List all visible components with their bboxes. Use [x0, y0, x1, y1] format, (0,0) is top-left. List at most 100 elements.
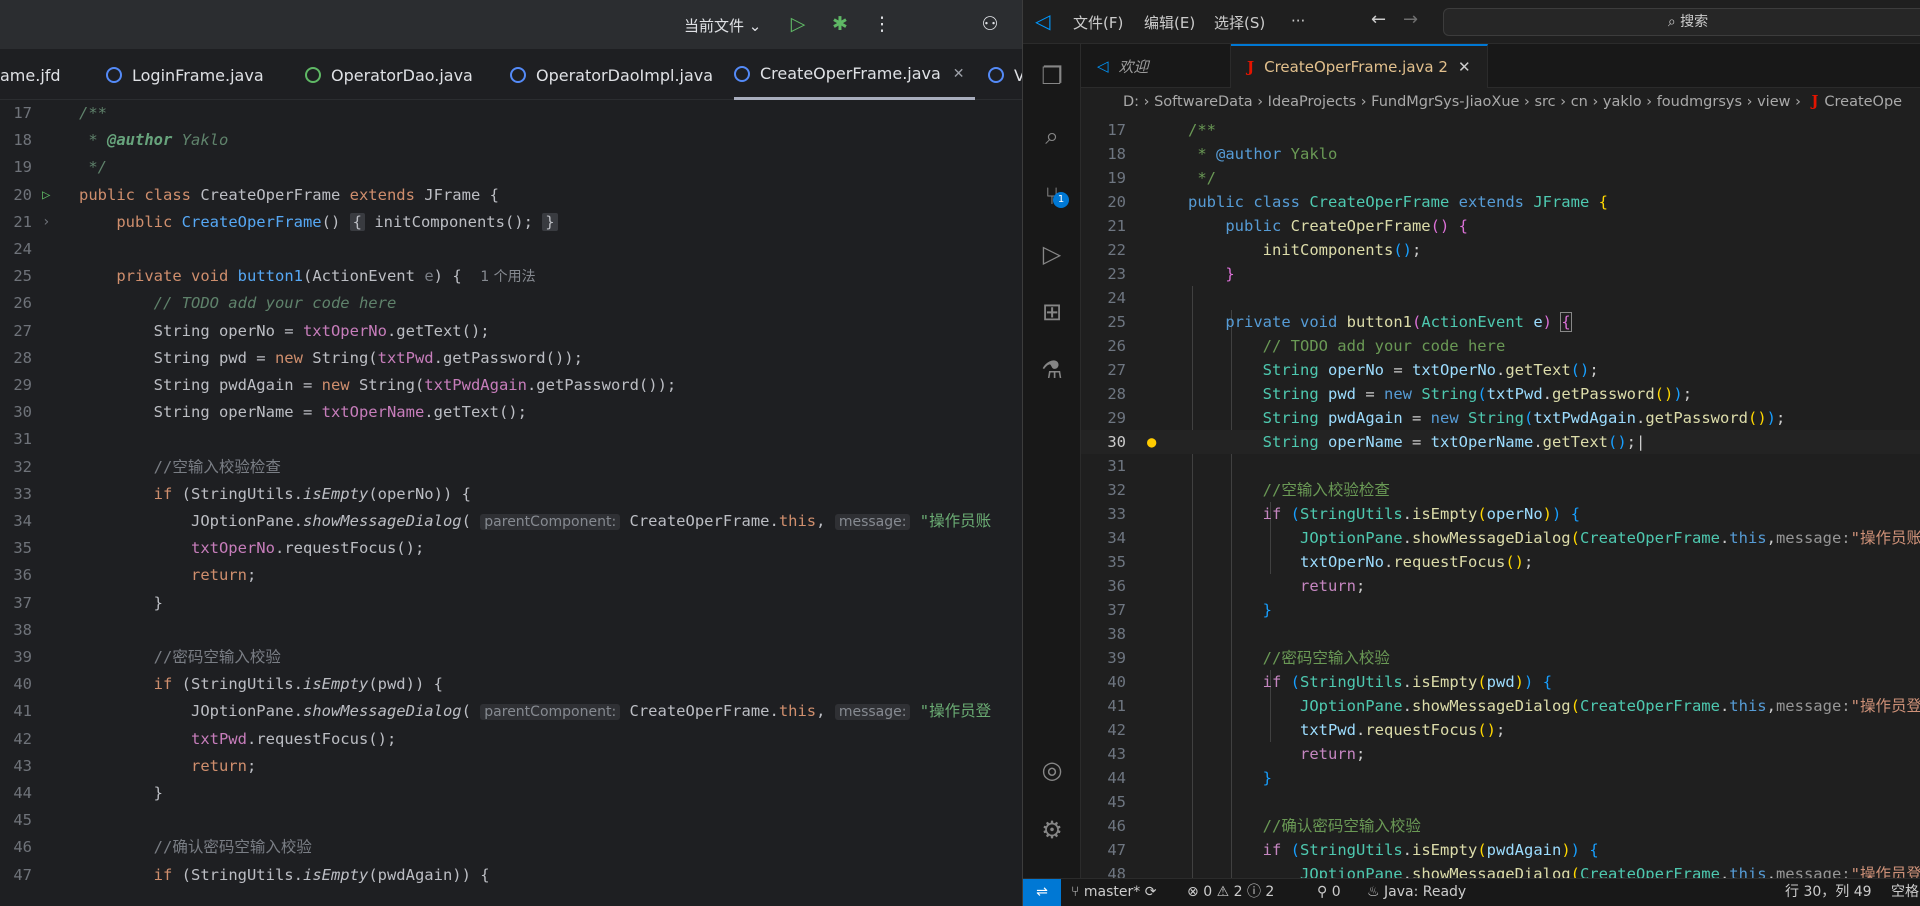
back-arrow-icon[interactable]: ← [1371, 9, 1386, 30]
run-config-selector[interactable]: 当前文件 ⌄ [684, 15, 761, 36]
tab-welcome[interactable]: ◁ 欢迎 [1081, 44, 1231, 88]
status-bar: ⇌ ⑂ master* ⟳ ⊗ 0 ⚠ 2 ⓘ 2 ⚲ 0 ♨ Java: Re… [1023, 878, 1920, 906]
code-line: 29 String pwdAgain = new String(txtPwdAg… [1107, 409, 1786, 427]
menu-more[interactable]: ··· [1291, 12, 1305, 30]
tab-label: ame.jfd [0, 65, 61, 85]
code-line: 36 return; [13, 566, 257, 584]
breadcrumb-item[interactable]: IdeaProjects [1268, 94, 1356, 110]
code-line: 41 JOptionPane.showMessageDialog(CreateO… [1107, 697, 1920, 715]
fold-icon[interactable]: › [42, 209, 50, 236]
code-line: 17/** [13, 104, 107, 122]
indentation-status[interactable]: 空格 [1891, 879, 1919, 906]
idea-code-editor[interactable]: 17/** 18 * @author Yaklo 19 */ 20 ▷ public… [0, 100, 1022, 906]
breadcrumb-item[interactable]: src [1534, 94, 1555, 110]
code-line-current: 30 ● String operName = txtOperName.getTex… [1081, 430, 1920, 454]
class-icon [734, 65, 750, 82]
tab-createoperframe[interactable]: CreateOperFrame.java ✕ [734, 50, 975, 100]
account-icon[interactable]: ◎ [1036, 754, 1068, 786]
breadcrumb-item[interactable]: SoftwareData [1154, 94, 1253, 110]
activity-bar: ❐ ⌕ ⑂ 1 ▷ ⊞ ⚗ ◎ ⚙ [1023, 44, 1081, 878]
problem-count: 2 [1438, 58, 1448, 76]
run-icon[interactable]: ▷ [786, 12, 810, 36]
lightbulb-icon[interactable]: ● [1147, 430, 1156, 454]
breadcrumb-item[interactable]: foudmgrsys [1657, 94, 1742, 110]
debug-icon[interactable]: ✱ [828, 12, 852, 36]
forward-arrow-icon[interactable]: → [1403, 9, 1418, 30]
class-icon [106, 67, 122, 83]
scm-badge: 1 [1053, 192, 1069, 208]
code-line: 44 } [13, 784, 163, 802]
code-line: 21 › public CreateOperFrame() { initCompo… [0, 209, 1022, 236]
explorer-icon[interactable]: ❐ [1036, 60, 1068, 92]
breadcrumb: D: › SoftwareData › IdeaProjects › FundM… [1123, 93, 1903, 110]
run-gutter-icon[interactable]: ▷ [42, 182, 50, 209]
tab-loginframe[interactable]: LoginFrame.java [106, 50, 264, 100]
code-line: 19 */ [1107, 169, 1217, 187]
branch-label: master* [1083, 884, 1141, 900]
search-icon: ⌕ [1667, 14, 1676, 30]
code-line: 40 if (StringUtils.isEmpty(pwd)) { [1107, 673, 1553, 691]
code-line: 33 if (StringUtils.isEmpty(operNo)) { [13, 485, 471, 503]
breadcrumb-item[interactable]: cn [1571, 94, 1588, 110]
code-line: 25 private void button1(ActionEvent e) { [1107, 312, 1572, 332]
code-line: 35 txtOperNo.requestFocus(); [1107, 553, 1534, 571]
branch-status[interactable]: ⑂ master* ⟳ [1071, 879, 1156, 906]
vscode-logo-icon: ◁ [1035, 9, 1051, 33]
code-line: 34 JOptionPane.showMessageDialog(CreateO… [1107, 529, 1920, 547]
breadcrumb-item[interactable]: yaklo [1603, 94, 1642, 110]
usage-hint[interactable]: 1 个用法 [480, 269, 535, 285]
code-line: 40 if (StringUtils.isEmpty(pwd)) { [13, 675, 443, 693]
testing-icon[interactable]: ⚗ [1036, 354, 1068, 386]
tab-createoperframe[interactable]: J CreateOperFrame.java 2 ✕ [1231, 44, 1488, 88]
vscode-code-editor[interactable]: 17/** 18 * @author Yaklo 19 */ 20 public … [1081, 118, 1920, 883]
java-icon: J [1811, 93, 1819, 110]
vscode-titlebar: ◁ 文件(F) 编辑(E) 选择(S) ··· ← → ⌕ 搜索 [1023, 0, 1920, 44]
breadcrumb-item[interactable]: D: [1123, 94, 1139, 110]
breadcrumb-item[interactable]: FundMgrSys-JiaoXue [1371, 94, 1519, 110]
error-icon: ⊗ [1187, 884, 1199, 900]
code-line: 24 [13, 240, 32, 258]
search-icon[interactable]: ⌕ [1036, 120, 1068, 152]
problems-status[interactable]: ⊗ 0 ⚠ 2 ⓘ 2 [1187, 879, 1274, 906]
tab-label: V [1014, 65, 1022, 85]
code-line: 21 public CreateOperFrame() { [1107, 217, 1468, 235]
cursor-position[interactable]: 行 30，列 49 [1785, 879, 1872, 906]
code-line: 39 //密码空输入校验 [1107, 649, 1390, 667]
tab-v[interactable]: V [988, 50, 1022, 100]
close-icon[interactable]: ✕ [1458, 58, 1471, 76]
code-line: 19 */ [13, 158, 108, 176]
interface-icon [305, 67, 321, 83]
code-line: 20 ▷ public class CreateOperFrame extends … [0, 182, 1022, 209]
code-line: 36 return; [1107, 577, 1366, 595]
tab-jfd[interactable]: ame.jfd [0, 50, 61, 100]
menu-selection[interactable]: 选择(S) [1214, 12, 1265, 33]
code-line: 31 [13, 430, 32, 448]
code-line: 33 if (StringUtils.isEmpty(operNo)) { [1107, 505, 1581, 523]
ports-status[interactable]: ⚲ 0 [1317, 879, 1341, 906]
add-user-icon[interactable]: ⚇ [978, 12, 1002, 36]
code-line: 24 [1107, 289, 1126, 307]
search-label: 搜索 [1680, 14, 1709, 30]
code-line: 25 private void button1(ActionEvent e) {… [13, 267, 536, 285]
code-line: 45 [1107, 793, 1126, 811]
code-line: 41 JOptionPane.showMessageDialog( parent… [13, 702, 992, 720]
code-line: 27 String operNo = txtOperNo.getText(); [13, 322, 490, 340]
command-center-search[interactable]: ⌕ 搜索 [1443, 8, 1920, 36]
settings-gear-icon[interactable]: ⚙ [1036, 814, 1068, 846]
remote-icon[interactable]: ⇌ [1023, 879, 1061, 906]
tab-operatordao[interactable]: OperatorDao.java [305, 50, 473, 100]
intellij-window: 当前文件 ⌄ ▷ ✱ ⋮ ⚇ ame.jfd LoginFrame.java O… [0, 0, 1022, 906]
run-debug-icon[interactable]: ▷ [1036, 238, 1068, 270]
breadcrumb-item[interactable]: view [1757, 94, 1790, 110]
java-status[interactable]: ♨ Java: Ready [1367, 879, 1466, 906]
breadcrumb-item[interactable]: CreateOpe [1824, 94, 1902, 110]
code-line: 46 //确认密码空输入校验 [13, 838, 312, 856]
menu-edit[interactable]: 编辑(E) [1144, 12, 1195, 33]
menu-file[interactable]: 文件(F) [1073, 12, 1123, 33]
close-icon[interactable]: ✕ [953, 66, 965, 82]
code-line: 42 txtPwd.requestFocus(); [13, 730, 397, 748]
sync-icon[interactable]: ⟳ [1145, 884, 1157, 900]
more-actions-icon[interactable]: ⋮ [870, 12, 894, 36]
extensions-icon[interactable]: ⊞ [1036, 296, 1068, 328]
tab-operatordaoimpl[interactable]: OperatorDaoImpl.java [510, 50, 713, 100]
